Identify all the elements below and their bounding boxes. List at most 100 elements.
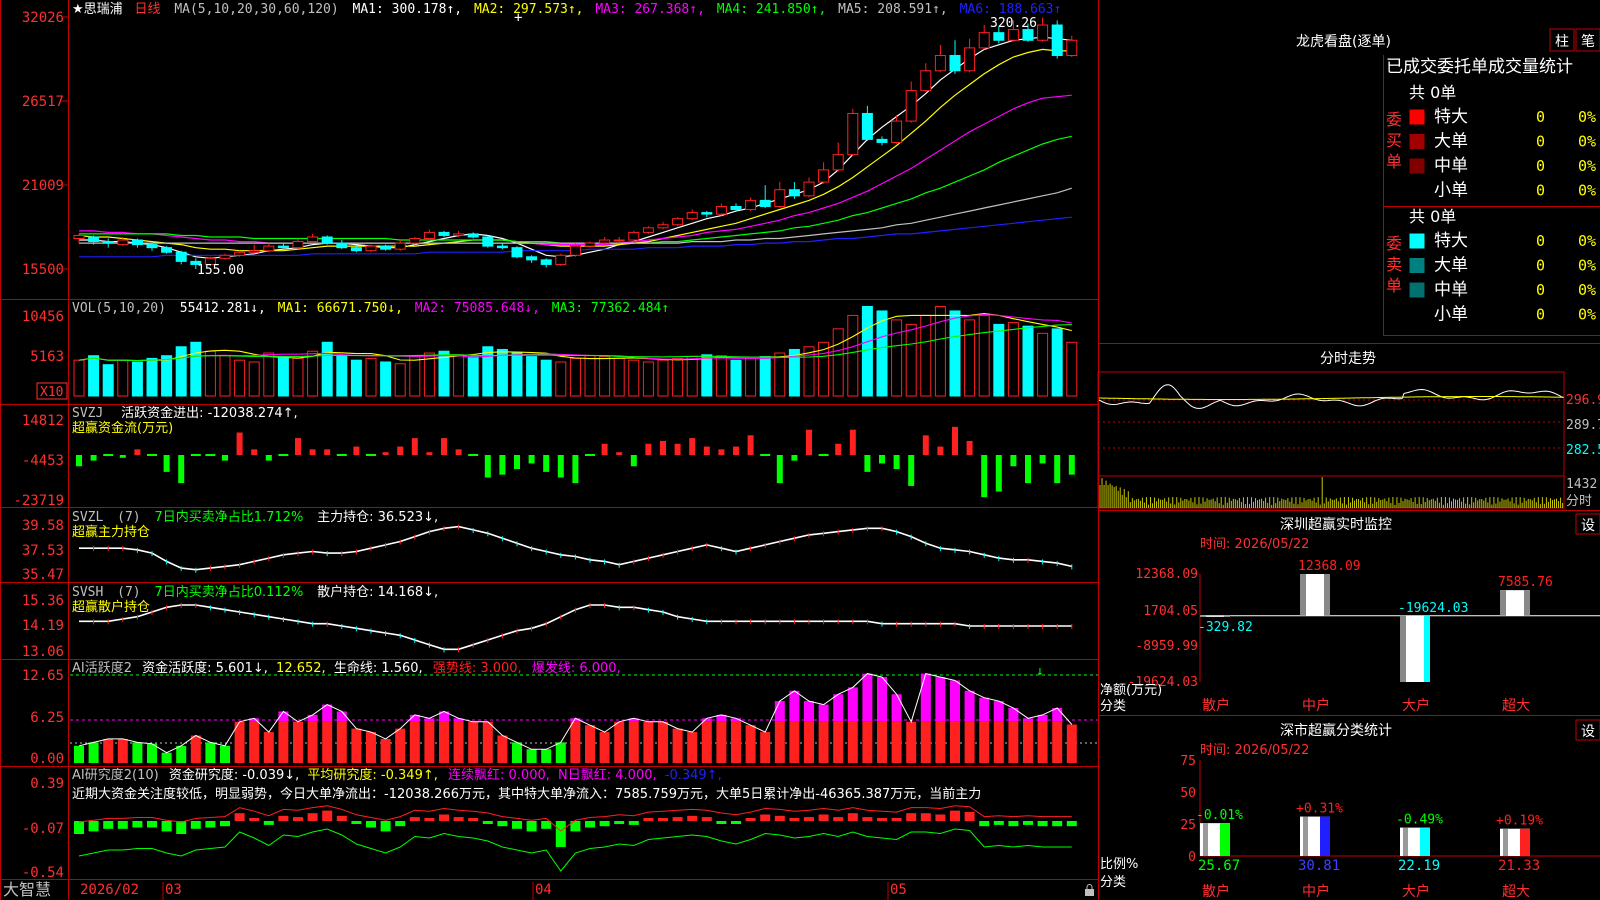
lock-icon xyxy=(1085,884,1094,896)
volume-bar xyxy=(234,359,246,397)
volume-bar xyxy=(511,352,523,397)
activity-bar xyxy=(161,752,172,763)
svzj-bar xyxy=(366,454,376,456)
candle xyxy=(336,240,348,250)
svg-text:1432: 1432 xyxy=(1566,477,1597,492)
monitor-settings-button[interactable]: 设 xyxy=(1575,513,1600,535)
svg-text:0: 0 xyxy=(1188,850,1196,865)
activity-bar xyxy=(395,728,406,763)
order-stat-row: 小单 0 0% xyxy=(1409,305,1596,325)
monitor-bar-shade xyxy=(1224,615,1230,617)
candle xyxy=(964,38,976,73)
candle xyxy=(759,185,771,209)
candle xyxy=(599,236,611,245)
candle xyxy=(934,44,946,73)
monitor-panel[interactable]: 深圳超赢实时监控 设 时间: 2026/05/22 -329.8212368.0… xyxy=(1100,513,1600,714)
svzj-bar xyxy=(806,429,812,455)
svg-text:-4453: -4453 xyxy=(22,453,64,469)
svg-text:柱: 柱 xyxy=(1555,34,1569,50)
classify-settings-button[interactable]: 设 xyxy=(1575,719,1600,741)
order-stat-row: 大单 0 0% xyxy=(1409,256,1596,276)
volume-bar xyxy=(540,359,552,397)
period-label: 日线 xyxy=(134,2,160,17)
svg-text:笔: 笔 xyxy=(1581,34,1595,50)
down-arrow-icon: ↓ xyxy=(1036,664,1044,679)
buy-total: 共 0单 xyxy=(1409,83,1456,102)
ma6-value: MA6: 188.663↑ xyxy=(960,2,1062,17)
activity-bar xyxy=(774,721,785,763)
order-stat-pct: 0% xyxy=(1578,157,1596,175)
svzj-bar xyxy=(205,454,216,456)
research-bar xyxy=(512,821,522,829)
ma-definition: MA(5,10,20,30,60,120) xyxy=(174,2,338,17)
svzj-bar xyxy=(76,455,82,467)
research-bar xyxy=(687,815,698,821)
volume-bar xyxy=(1022,325,1034,397)
order-color-swatch xyxy=(1409,233,1425,249)
activity-bar xyxy=(190,735,201,763)
research-bar xyxy=(526,821,537,832)
order-stat-pct: 0% xyxy=(1578,108,1596,126)
candle xyxy=(672,217,684,227)
svzj-bar xyxy=(981,455,988,498)
tick-mode-button[interactable]: 笔 xyxy=(1575,28,1600,52)
candle xyxy=(321,235,333,245)
volume-bar xyxy=(642,361,654,397)
volume-panel[interactable]: 10456 5163 X10 VOL(5,10,20) 55412.281↓, … xyxy=(22,301,1078,400)
volume-bar xyxy=(730,359,742,397)
volume-bar xyxy=(920,314,932,397)
svzj-bar xyxy=(733,446,739,455)
svg-text:6.25: 6.25 xyxy=(30,710,64,726)
order-stat-label: 小单 xyxy=(1434,181,1468,201)
research-bar xyxy=(818,814,829,821)
activity-bar xyxy=(336,721,347,763)
order-stat-label: 中单 xyxy=(1434,156,1468,176)
activity-bar xyxy=(117,738,128,763)
research-bar xyxy=(628,821,639,825)
svg-text:1704.05: 1704.05 xyxy=(1143,604,1198,619)
classify-change: +0.19% xyxy=(1496,814,1543,829)
price-tick: 32026 xyxy=(22,10,64,26)
order-stat-pct: 0% xyxy=(1578,257,1596,275)
price-panel[interactable]: 32026 26517 21009 15500 320.26 155.00 + … xyxy=(22,2,1078,278)
price-axis: 32026 26517 21009 15500 xyxy=(22,10,64,278)
candle xyxy=(423,229,435,241)
activity-bar-top xyxy=(964,690,975,722)
ma4-value: MA4: 241.850↑, xyxy=(717,2,827,17)
order-stat-row: 大单 0 0% xyxy=(1409,132,1596,152)
monitor-bar-shade xyxy=(1300,574,1306,616)
svzj-bar xyxy=(309,449,316,455)
candle xyxy=(540,258,552,268)
svsh-line xyxy=(79,603,1073,653)
activity-bar xyxy=(132,742,143,763)
classify-categories: 散户 中户 大户 超大 xyxy=(1202,883,1530,900)
svzj-bar xyxy=(426,452,433,455)
svzl-panel[interactable]: 39.58 37.53 35.47 SVZL (7) 7日内买卖净占比1.712… xyxy=(22,509,1073,583)
svg-text:设: 设 xyxy=(1581,518,1595,534)
intraday-panel[interactable]: 分时走势 296.9 289.7 282.5 1432 分时 xyxy=(1097,351,1600,509)
research-bar xyxy=(351,821,362,824)
svzj-bar xyxy=(616,452,623,455)
classify-x-label: 分类 xyxy=(1100,875,1126,890)
svsh-panel[interactable]: 15.36 14.19 13.06 SVSH (7) 7日内买卖净占比0.112… xyxy=(22,584,1073,660)
volume-bar xyxy=(380,361,392,397)
research-bar xyxy=(1066,821,1077,827)
classify-value: 25.67 xyxy=(1198,858,1240,874)
order-color-swatch xyxy=(1409,109,1425,125)
ai-research-panel[interactable]: 0.39 -0.07 -0.54 AI研究度2(10) 资金研究度: -0.03… xyxy=(22,767,1077,881)
svsh-legend: SVSH (7) 7日内买卖净占比0.112% 散户持仓: 14.168↓, xyxy=(72,584,438,600)
candle xyxy=(350,246,362,253)
ai-activity-panel[interactable]: 12.65 6.25 0.00 ↓ AI活跃度2 资金活跃度: 5.601↓, … xyxy=(22,660,1098,767)
bar-mode-button[interactable]: 柱 xyxy=(1549,28,1575,52)
classify-value: 30.81 xyxy=(1298,858,1340,874)
activity-bar-top xyxy=(804,701,814,722)
research-bar xyxy=(599,821,610,827)
research-bar xyxy=(380,821,391,832)
classify-panel[interactable]: 深市超赢分类统计 设 时间: 2026/05/22 -0.01% 25.67 +0.… xyxy=(1100,719,1600,900)
svzj-panel[interactable]: 14812 -4453 -23719 SVZJ 活跃资金进出: -12038.2… xyxy=(13,405,1075,509)
volume-bar xyxy=(482,346,494,397)
activity-bar xyxy=(278,721,289,763)
monitor-bar-shade xyxy=(1424,615,1430,682)
candle xyxy=(131,238,143,248)
volume-bars xyxy=(73,305,1078,397)
